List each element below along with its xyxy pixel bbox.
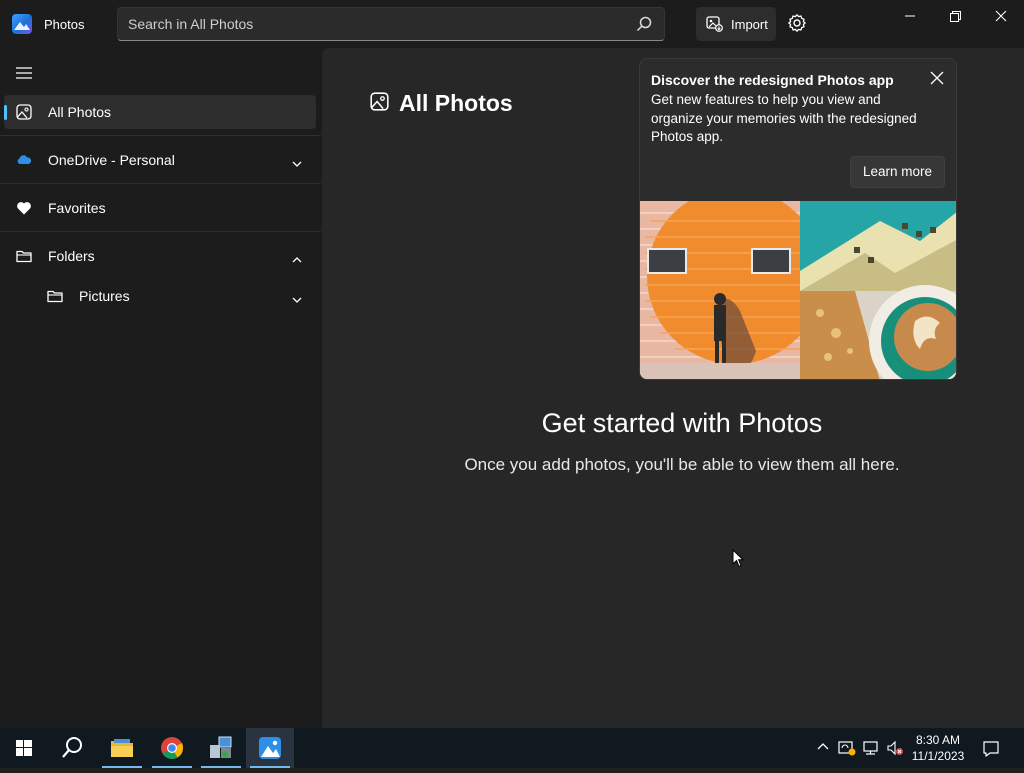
sidebar-item-label: Favorites [48,200,106,216]
settings-gear-icon[interactable] [787,13,807,38]
taskbar: 8:30 AM 11/1/2023 [0,728,1024,768]
mouse-cursor-icon [732,548,745,573]
network-tray-icon[interactable] [862,740,880,761]
sidebar-item-folders[interactable]: Folders [4,239,316,273]
notification-center-icon[interactable] [982,740,1000,763]
sidebar-item-label: OneDrive - Personal [48,152,175,168]
control-panel-taskbar-icon[interactable] [197,728,245,768]
sidebar-item-favorites[interactable]: Favorites [4,191,316,225]
photo-icon [16,104,32,125]
chevron-up-icon[interactable] [292,251,302,269]
page-title: All Photos [399,90,513,116]
chevron-down-icon[interactable] [292,155,302,173]
sidebar-item-onedrive[interactable]: OneDrive - Personal [4,143,316,177]
update-tray-icon[interactable] [838,740,856,761]
import-label: Import [731,17,768,32]
search-input[interactable]: Search in All Photos [128,16,253,32]
empty-state-subtitle: Once you add photos, you'll be able to v… [464,455,900,474]
title-bar: Photos Search in All Photos Import [0,0,1024,48]
selection-indicator [4,105,7,120]
learn-more-button[interactable]: Learn more [850,156,945,188]
app-title: Photos [44,17,85,32]
heart-icon [16,200,32,221]
clock-time: 8:30 AM [915,733,961,747]
import-button[interactable]: Import [696,7,776,41]
clock-date: 11/1/2023 [911,749,965,763]
navigation-pane: All Photos OneDrive - Personal Favorites [0,48,321,728]
sidebar-item-all-photos[interactable]: All Photos [4,95,316,129]
promo-image [640,188,956,379]
cloud-icon [16,152,32,173]
minimize-button[interactable] [895,8,925,28]
chrome-taskbar-icon[interactable] [148,728,196,768]
file-explorer-taskbar-icon[interactable] [98,728,146,768]
restore-button[interactable] [940,8,970,28]
chevron-down-icon[interactable] [292,291,302,309]
chevron-up-icon[interactable] [816,740,830,759]
search-icon[interactable] [636,16,652,37]
sidebar-item-label: All Photos [48,104,112,120]
divider [0,135,321,136]
close-icon[interactable] [930,71,944,90]
folder-icon [47,288,63,309]
tip-title: Discover the redesigned Photos app [651,72,894,88]
sidebar-item-pictures[interactable]: Pictures [36,279,316,313]
photo-icon [370,92,389,116]
divider [0,183,321,184]
teaching-tip: Discover the redesigned Photos app Get n… [639,58,957,380]
photos-taskbar-icon[interactable] [246,728,294,768]
tip-body: Get new features to help you view and or… [651,92,917,144]
divider [0,231,321,232]
close-window-button[interactable] [986,8,1016,28]
system-clock[interactable]: 8:30 AM 11/1/2023 [900,732,976,764]
sidebar-item-label: Folders [48,248,95,264]
import-icon [706,16,723,37]
hamburger-menu-icon[interactable] [16,66,32,85]
folder-icon [16,248,32,269]
photos-app-icon [12,14,32,34]
photos-window: Photos Search in All Photos Import All P… [0,0,1024,728]
taskbar-search-button[interactable] [48,728,96,768]
start-button[interactable] [0,728,48,768]
search-box[interactable]: Search in All Photos [117,7,665,41]
sidebar-item-label: Pictures [79,288,130,304]
empty-state-title: Get started with Photos [541,408,823,438]
